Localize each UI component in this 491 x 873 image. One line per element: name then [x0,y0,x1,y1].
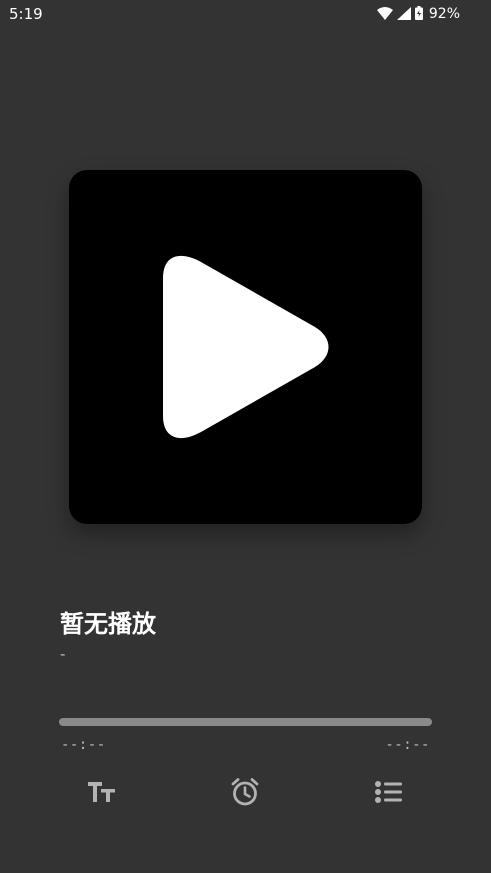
playlist-icon [375,781,402,803]
progress-bar[interactable] [59,718,432,726]
total-time: --:-- [385,737,430,753]
font-size-icon [88,782,115,802]
wifi-icon [376,5,393,24]
alarm-timer-icon [231,778,259,806]
battery-icon [414,5,423,24]
song-title: 暂无播放 [60,610,156,638]
battery-percent: 92% [428,6,460,22]
status-time: 5:19 [9,5,43,23]
font-size-button[interactable] [82,772,122,812]
status-icons: 92% [376,5,460,24]
signal-icon [396,5,411,24]
album-artwork[interactable] [69,170,422,524]
play-icon [163,255,329,439]
status-bar: 5:19 92% [0,0,491,28]
sleep-timer-button[interactable] [225,772,265,812]
song-artist: - [60,645,66,663]
playlist-button[interactable] [369,772,409,812]
current-time: --:-- [61,737,106,753]
